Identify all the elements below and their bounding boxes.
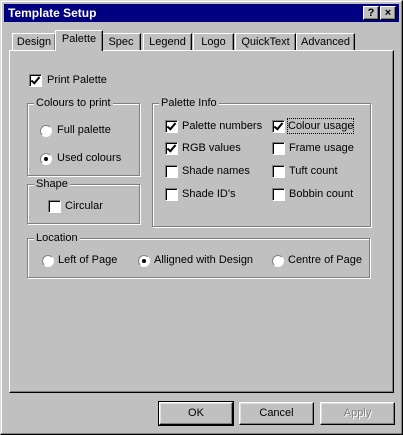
help-button[interactable]: ? bbox=[363, 6, 379, 20]
tab-palette[interactable]: Palette bbox=[55, 30, 103, 51]
print-palette-checkbox[interactable] bbox=[29, 74, 42, 87]
colour-usage-checkbox[interactable] bbox=[272, 120, 285, 133]
palette-numbers-label[interactable]: Palette numbers bbox=[182, 119, 262, 133]
full-palette-radio[interactable] bbox=[40, 125, 52, 137]
rgb-values-label[interactable]: RGB values bbox=[182, 141, 241, 155]
tuft-count-label[interactable]: Tuft count bbox=[289, 164, 338, 178]
palette-numbers-checkbox[interactable] bbox=[165, 120, 178, 133]
colour-usage-label[interactable]: Colour usage bbox=[286, 118, 355, 134]
tab-advanced[interactable]: Advanced bbox=[296, 33, 355, 51]
location-title: Location bbox=[34, 231, 80, 245]
location-group: Location Left of Page Alligned with Desi… bbox=[27, 231, 370, 278]
print-palette-label[interactable]: Print Palette bbox=[47, 73, 107, 87]
left-of-page-label[interactable]: Left of Page bbox=[58, 253, 117, 267]
cancel-button[interactable]: Cancel bbox=[239, 402, 314, 425]
shade-names-label[interactable]: Shade names bbox=[182, 164, 250, 178]
rgb-values-checkbox[interactable] bbox=[165, 142, 178, 155]
aligned-with-design-radio[interactable] bbox=[138, 255, 150, 267]
tab-quicktext[interactable]: QuickText bbox=[235, 33, 296, 51]
ok-button[interactable]: OK bbox=[158, 401, 234, 426]
aligned-with-design-label[interactable]: Alligned with Design bbox=[154, 253, 253, 267]
palette-info-group: Palette Info Palette numbers Colour usag… bbox=[152, 96, 371, 227]
palette-info-title: Palette Info bbox=[159, 96, 219, 110]
apply-button[interactable]: Apply bbox=[320, 402, 395, 425]
shape-title: Shape bbox=[34, 177, 70, 191]
close-button[interactable]: × bbox=[380, 6, 396, 20]
tab-spec[interactable]: Spec bbox=[101, 33, 141, 51]
tab-legend[interactable]: Legend bbox=[143, 33, 192, 51]
shade-ids-label[interactable]: Shade ID's bbox=[182, 187, 235, 201]
palette-tab-panel: Print Palette Colours to print Full pale… bbox=[9, 50, 394, 393]
centre-of-page-label[interactable]: Centre of Page bbox=[288, 253, 362, 267]
shape-group: Shape Circular bbox=[27, 177, 140, 224]
colours-to-print-group: Colours to print Full palette Used colou… bbox=[27, 96, 140, 176]
full-palette-label[interactable]: Full palette bbox=[57, 123, 111, 137]
left-of-page-radio[interactable] bbox=[42, 255, 54, 267]
colours-to-print-title: Colours to print bbox=[34, 96, 113, 110]
centre-of-page-radio[interactable] bbox=[272, 255, 284, 267]
bobbin-count-label[interactable]: Bobbin count bbox=[289, 187, 353, 201]
bobbin-count-checkbox[interactable] bbox=[272, 188, 285, 201]
shade-ids-checkbox[interactable] bbox=[165, 188, 178, 201]
used-colours-radio[interactable] bbox=[40, 153, 52, 165]
window-title: Template Setup bbox=[8, 6, 97, 20]
circular-checkbox[interactable] bbox=[48, 200, 61, 213]
shade-names-checkbox[interactable] bbox=[165, 165, 178, 178]
used-colours-label[interactable]: Used colours bbox=[57, 151, 121, 165]
template-setup-dialog: Template Setup ? × Design Palette Spec L… bbox=[0, 0, 403, 435]
tab-logo[interactable]: Logo bbox=[193, 33, 234, 51]
circular-label[interactable]: Circular bbox=[65, 199, 103, 213]
tab-design[interactable]: Design bbox=[12, 33, 56, 51]
frame-usage-label[interactable]: Frame usage bbox=[289, 141, 354, 155]
title-bar[interactable]: Template Setup ? × bbox=[4, 4, 399, 22]
frame-usage-checkbox[interactable] bbox=[272, 142, 285, 155]
tuft-count-checkbox[interactable] bbox=[272, 165, 285, 178]
